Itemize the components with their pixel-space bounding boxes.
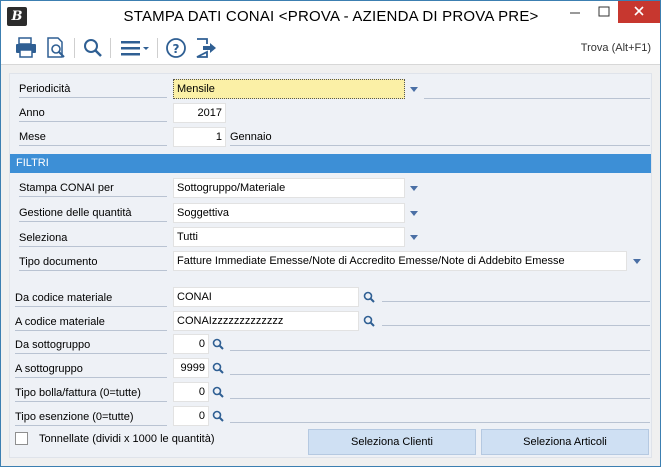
separator-line [424, 98, 650, 99]
find-shortcut-label[interactable]: Trova (Alt+F1) [567, 37, 655, 59]
separator-line [382, 325, 650, 326]
seleziona-chevron-down-icon[interactable] [406, 227, 422, 247]
close-button[interactable] [618, 1, 660, 23]
periodicita-dropdown-chevron-icon[interactable] [406, 79, 422, 99]
search-icon [212, 386, 224, 398]
separator-line [230, 398, 650, 399]
tipo-bolla-fattura-label: Tipo bolla/fattura (0=tutte) [15, 387, 167, 402]
toolbar-separator [157, 38, 158, 58]
separator-line [382, 301, 650, 302]
exit-icon [196, 38, 216, 58]
stampa-conai-per-label: Stampa CONAI per [19, 182, 167, 197]
mese-label: Mese [19, 131, 167, 146]
tipo-bolla-fattura-lookup-button[interactable] [208, 382, 228, 402]
separator-line [230, 374, 650, 375]
da-sottogruppo-field[interactable]: 0 [173, 334, 209, 354]
a-sottogruppo-lookup-button[interactable] [208, 358, 228, 378]
tonnellate-label: Tonnellate (dividi x 1000 le quantità) [39, 433, 215, 445]
gestione-quantita-select[interactable]: Soggettiva [173, 203, 405, 223]
help-button[interactable]: ? [163, 35, 189, 61]
search-icon [212, 362, 224, 374]
a-codice-materiale-label: A codice materiale [15, 316, 167, 331]
menu-button[interactable] [118, 35, 154, 61]
seleziona-label: Seleziona [19, 232, 167, 247]
search-icon [84, 39, 102, 57]
tipo-bolla-fattura-field[interactable]: 0 [173, 382, 209, 402]
periodicita-label: Periodicità [19, 83, 167, 98]
seleziona-select[interactable]: Tutti [173, 227, 405, 247]
search-icon [363, 291, 375, 303]
search-icon [212, 410, 224, 422]
separator-line [230, 422, 650, 423]
filters-section-header: FILTRI [10, 154, 651, 173]
gestione-quantita-label: Gestione delle quantità [19, 207, 167, 222]
da-sottogruppo-lookup-button[interactable] [208, 334, 228, 354]
toolbar-separator [74, 38, 75, 58]
minimize-button[interactable] [561, 1, 589, 23]
a-codice-materiale-lookup-button[interactable] [359, 311, 379, 331]
mese-description: Gennaio [230, 131, 650, 146]
a-codice-materiale-field[interactable]: CONAIzzzzzzzzzzzzz [173, 311, 359, 331]
tipo-esenzione-lookup-button[interactable] [208, 406, 228, 426]
separator-line [230, 350, 650, 351]
window-title: STAMPA DATI CONAI <PROVA - AZIENDA DI PR… [123, 8, 539, 25]
help-icon: ? [166, 38, 186, 58]
print-preview-button[interactable] [43, 35, 69, 61]
mese-field[interactable]: 1 [173, 127, 226, 147]
app-logo-icon[interactable]: B [7, 7, 27, 26]
da-codice-materiale-field[interactable]: CONAI [173, 287, 359, 307]
tonnellate-checkbox[interactable] [15, 432, 28, 445]
tipo-documento-select[interactable]: Fatture Immediate Emesse/Note di Accredi… [173, 251, 627, 271]
toolbar-separator [110, 38, 111, 58]
search-icon [212, 338, 224, 350]
seleziona-articoli-button[interactable]: Seleziona Articoli [481, 429, 649, 455]
print-button[interactable] [13, 35, 39, 61]
minimize-icon [570, 12, 580, 14]
exit-button[interactable] [193, 35, 219, 61]
title-bar: B STAMPA DATI CONAI <PROVA - AZIENDA DI … [1, 1, 660, 32]
anno-field[interactable]: 2017 [173, 103, 226, 123]
svg-text:?: ? [173, 42, 180, 56]
anno-label: Anno [19, 107, 167, 122]
periodicita-select[interactable]: Mensile [173, 79, 405, 99]
a-sottogruppo-label: A sottogruppo [15, 363, 167, 378]
toolbar: ? Trova (Alt+F1) [1, 32, 660, 65]
tipo-esenzione-label: Tipo esenzione (0=tutte) [15, 411, 167, 426]
printer-icon [16, 37, 36, 58]
stampa-conai-per-chevron-down-icon[interactable] [406, 178, 422, 198]
maximize-icon [598, 6, 610, 17]
da-codice-materiale-lookup-button[interactable] [359, 287, 379, 307]
tipo-esenzione-field[interactable]: 0 [173, 406, 209, 426]
tipo-documento-chevron-down-icon[interactable] [629, 251, 645, 271]
close-icon [634, 6, 644, 16]
conai-print-window: B STAMPA DATI CONAI <PROVA - AZIENDA DI … [0, 0, 661, 467]
da-sottogruppo-label: Da sottogruppo [15, 339, 167, 354]
da-codice-materiale-label: Da codice materiale [15, 292, 167, 307]
menu-icon [121, 41, 149, 56]
stampa-conai-per-select[interactable]: Sottogruppo/Materiale [173, 178, 405, 198]
a-sottogruppo-field[interactable]: 9999 [173, 358, 209, 378]
find-button[interactable] [80, 35, 106, 61]
tipo-documento-label: Tipo documento [19, 256, 167, 271]
search-icon [363, 315, 375, 327]
gestione-quantita-chevron-down-icon[interactable] [406, 203, 422, 223]
print-preview-icon [47, 37, 65, 58]
seleziona-clienti-button[interactable]: Seleziona Clienti [308, 429, 476, 455]
maximize-button[interactable] [591, 1, 617, 23]
